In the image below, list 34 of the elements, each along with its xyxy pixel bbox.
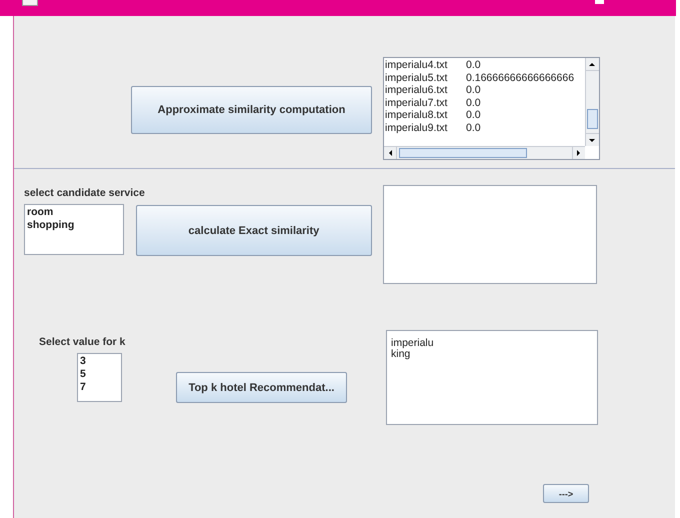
output-line: king [391,349,410,360]
output-line: imperialu [391,338,435,349]
list-item[interactable]: 7 [80,381,119,394]
similarity-output-area[interactable] [383,185,597,284]
similarity-score: 0.0 [466,96,481,109]
scrollbar-thumb[interactable] [587,109,598,129]
recommendation-button[interactable]: Top k hotel Recommendat... [176,372,347,403]
file-name: imperialu8.txt [385,109,448,122]
similarity-score: 0.0 [466,84,481,96]
file-name: imperialu9.txt [385,122,448,134]
candidate-service-list[interactable]: room shopping [24,204,124,255]
similarity-score: 0.16666666666666666 [466,72,574,84]
recommendation-output-area[interactable]: imperialu king [386,330,598,425]
list-item[interactable]: shopping [27,219,121,232]
list-item[interactable]: 5 [80,368,119,381]
exact-similarity-button[interactable]: calculate Exact similarity [136,205,372,256]
similarity-score: 0.0 [466,122,481,134]
similarity-score: 0.0 [466,59,481,72]
approximate-similarity-button[interactable]: Approximate similarity computation [131,86,372,134]
window-icon [22,0,38,6]
list-item[interactable]: room [27,206,121,219]
file-name: imperialu6.txt [385,84,448,96]
next-button[interactable]: ---> [543,484,589,503]
file-name: imperialu5.txt [385,72,448,84]
list-item[interactable]: 3 [80,355,119,368]
vertical-scrollbar[interactable] [585,58,599,146]
horizontal-scrollbar[interactable] [384,146,585,159]
file-name: imperialu7.txt [385,96,448,109]
candidate-service-label: select candidate service [24,187,146,199]
scrollbar-thumb[interactable] [399,148,527,158]
k-value-label: Select value for k [39,336,126,348]
k-value-list[interactable]: 3 5 7 [77,353,122,402]
file-name: imperialu4.txt [385,59,448,72]
similarity-score: 0.0 [466,109,481,122]
